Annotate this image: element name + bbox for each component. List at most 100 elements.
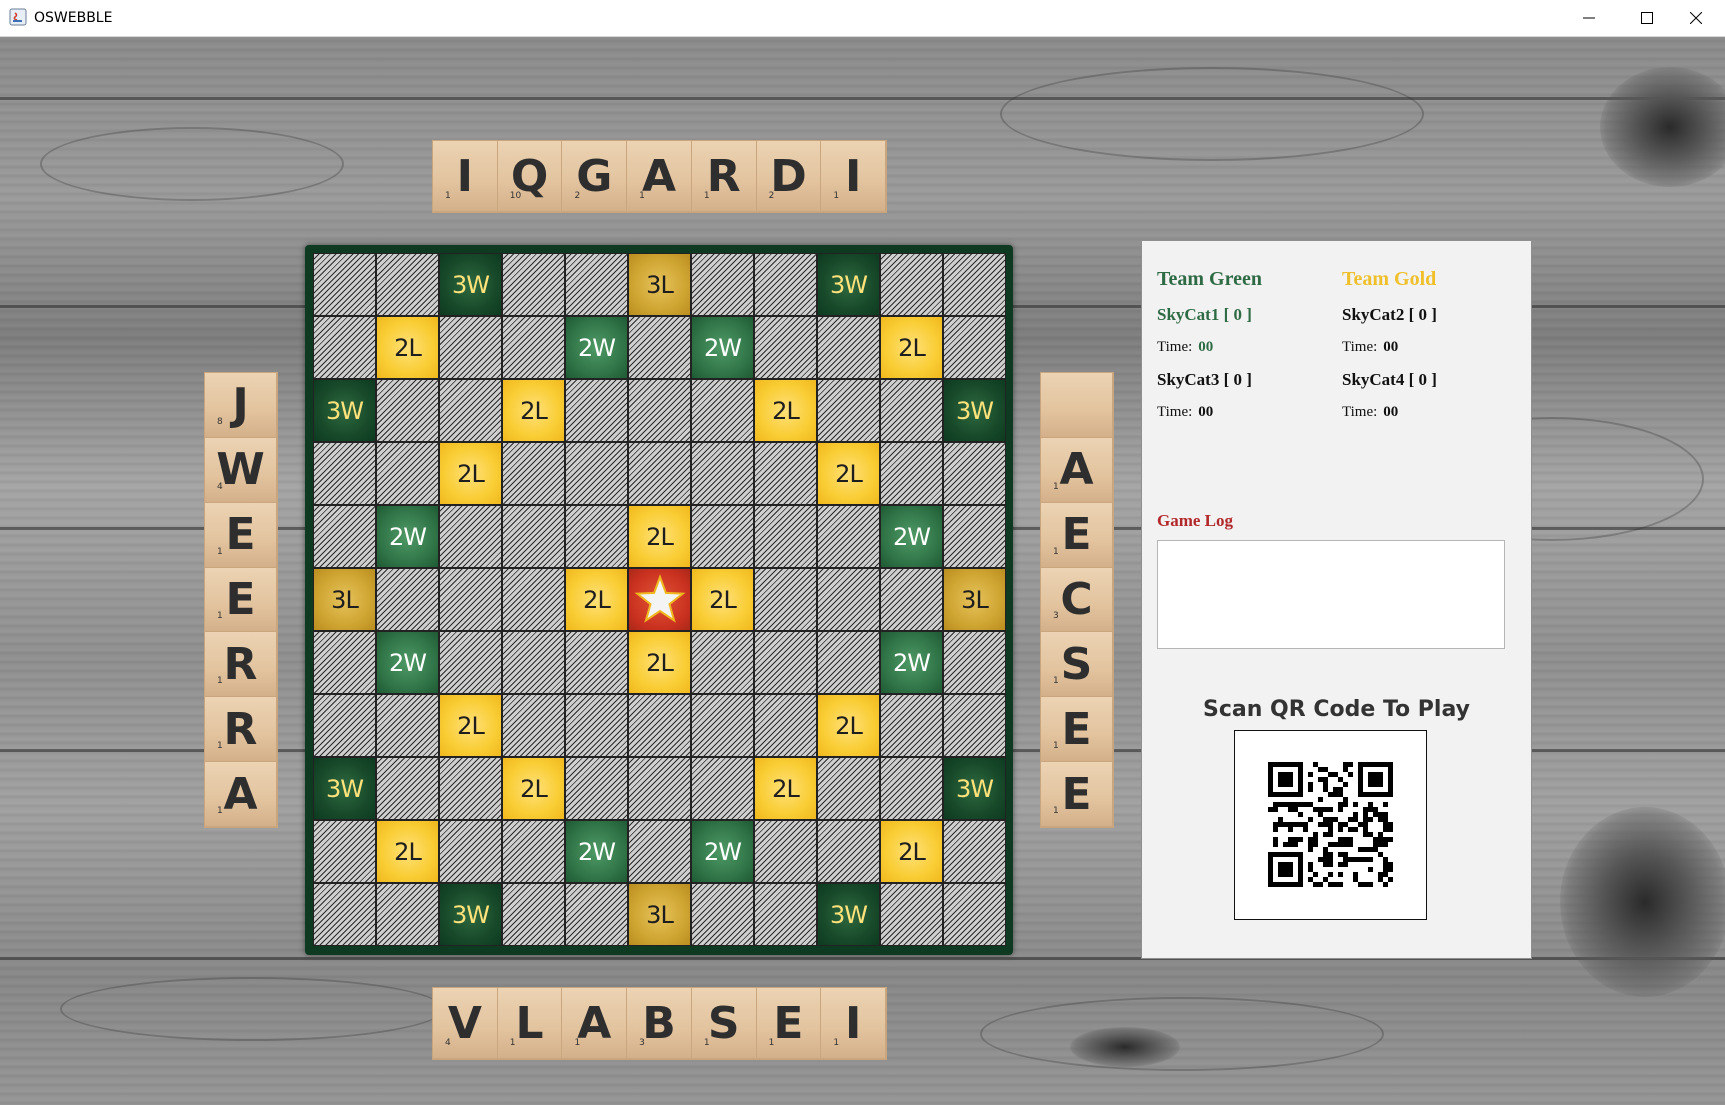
- double-letter-square[interactable]: 2L: [880, 316, 943, 379]
- board-square[interactable]: [817, 757, 880, 820]
- triple-word-square[interactable]: 3W: [943, 379, 1006, 442]
- board-square[interactable]: [502, 694, 565, 757]
- rack-tile[interactable]: R1: [691, 141, 757, 212]
- board-square[interactable]: [313, 253, 376, 316]
- board-square[interactable]: [943, 442, 1006, 505]
- board-square[interactable]: [754, 316, 817, 379]
- board-square[interactable]: [754, 442, 817, 505]
- board-square[interactable]: [439, 379, 502, 442]
- double-letter-square[interactable]: 2L: [691, 568, 754, 631]
- center-star-square[interactable]: [628, 568, 691, 631]
- rack-tile[interactable]: [1041, 373, 1113, 438]
- board-square[interactable]: [754, 820, 817, 883]
- double-letter-square[interactable]: 2L: [439, 694, 502, 757]
- board-square[interactable]: [628, 316, 691, 379]
- double-letter-square[interactable]: 2L: [817, 442, 880, 505]
- board-square[interactable]: [754, 568, 817, 631]
- qr-code-frame[interactable]: [1234, 730, 1427, 920]
- board-square[interactable]: [943, 883, 1006, 946]
- board-square[interactable]: [502, 820, 565, 883]
- triple-letter-square[interactable]: 3L: [943, 568, 1006, 631]
- double-letter-square[interactable]: 2L: [376, 820, 439, 883]
- double-letter-square[interactable]: 2L: [754, 757, 817, 820]
- board-square[interactable]: [817, 316, 880, 379]
- rack-tile[interactable]: A1: [562, 988, 628, 1059]
- board-square[interactable]: [376, 694, 439, 757]
- board-square[interactable]: [313, 694, 376, 757]
- board-square[interactable]: [565, 505, 628, 568]
- minimize-button[interactable]: [1560, 0, 1618, 36]
- triple-letter-square[interactable]: 3L: [628, 253, 691, 316]
- board-square[interactable]: [880, 883, 943, 946]
- board-square[interactable]: [628, 379, 691, 442]
- board-square[interactable]: [880, 442, 943, 505]
- board-square[interactable]: [376, 568, 439, 631]
- double-word-square[interactable]: 2W: [565, 820, 628, 883]
- board-square[interactable]: [817, 631, 880, 694]
- double-letter-square[interactable]: 2L: [880, 820, 943, 883]
- board-square[interactable]: [502, 442, 565, 505]
- board-square[interactable]: [502, 253, 565, 316]
- board-square[interactable]: [313, 316, 376, 379]
- double-word-square[interactable]: 2W: [376, 631, 439, 694]
- double-letter-square[interactable]: 2L: [754, 379, 817, 442]
- rack-tile[interactable]: D2: [756, 141, 822, 212]
- rack-tile[interactable]: E1: [205, 502, 277, 568]
- board-square[interactable]: [754, 694, 817, 757]
- triple-letter-square[interactable]: 3L: [313, 568, 376, 631]
- rack-tile[interactable]: R1: [205, 697, 277, 763]
- rack-tile[interactable]: I1: [433, 141, 498, 212]
- board-square[interactable]: [439, 631, 502, 694]
- board-square[interactable]: [628, 820, 691, 883]
- board-square[interactable]: [691, 253, 754, 316]
- board-square[interactable]: [943, 694, 1006, 757]
- rack-tile[interactable]: Q 10: [497, 141, 563, 212]
- double-letter-square[interactable]: 2L: [565, 568, 628, 631]
- triple-word-square[interactable]: 3W: [817, 253, 880, 316]
- double-letter-square[interactable]: 2L: [439, 442, 502, 505]
- rack-tile[interactable]: R1: [205, 632, 277, 698]
- board-square[interactable]: [880, 379, 943, 442]
- board-square[interactable]: [502, 568, 565, 631]
- board-square[interactable]: [754, 505, 817, 568]
- rack-tile[interactable]: E1: [205, 567, 277, 633]
- triple-word-square[interactable]: 3W: [313, 757, 376, 820]
- rack-tile[interactable]: S1: [691, 988, 757, 1059]
- board-square[interactable]: [754, 253, 817, 316]
- board-square[interactable]: [691, 631, 754, 694]
- double-word-square[interactable]: 2W: [880, 505, 943, 568]
- board-square[interactable]: [439, 820, 502, 883]
- board-square[interactable]: [565, 442, 628, 505]
- board-square[interactable]: [880, 694, 943, 757]
- board-square[interactable]: [817, 820, 880, 883]
- rack-tile[interactable]: C3: [1041, 567, 1113, 633]
- rack-tile[interactable]: A1: [205, 762, 277, 828]
- rack-tile[interactable]: A1: [1041, 437, 1113, 503]
- board-square[interactable]: [376, 253, 439, 316]
- board-square[interactable]: [943, 253, 1006, 316]
- board-square[interactable]: [691, 442, 754, 505]
- board-square[interactable]: [628, 757, 691, 820]
- board-square[interactable]: [502, 631, 565, 694]
- triple-word-square[interactable]: 3W: [313, 379, 376, 442]
- rack-tile[interactable]: W4: [205, 437, 277, 503]
- board-square[interactable]: [313, 505, 376, 568]
- board-square[interactable]: [565, 757, 628, 820]
- rack-tile[interactable]: V4: [433, 988, 498, 1059]
- board-square[interactable]: [691, 379, 754, 442]
- double-word-square[interactable]: 2W: [376, 505, 439, 568]
- double-word-square[interactable]: 2W: [691, 316, 754, 379]
- double-word-square[interactable]: 2W: [880, 631, 943, 694]
- board-square[interactable]: [565, 379, 628, 442]
- board-square[interactable]: [691, 694, 754, 757]
- board-square[interactable]: [565, 694, 628, 757]
- rack-tile[interactable]: L1: [497, 988, 563, 1059]
- rack-tile[interactable]: G2: [562, 141, 628, 212]
- board-square[interactable]: [943, 820, 1006, 883]
- board-square[interactable]: [943, 631, 1006, 694]
- double-letter-square[interactable]: 2L: [376, 316, 439, 379]
- board-square[interactable]: [313, 442, 376, 505]
- rack-tile[interactable]: E1: [1041, 697, 1113, 763]
- rack-tile[interactable]: B3: [627, 988, 692, 1059]
- board-square[interactable]: [880, 253, 943, 316]
